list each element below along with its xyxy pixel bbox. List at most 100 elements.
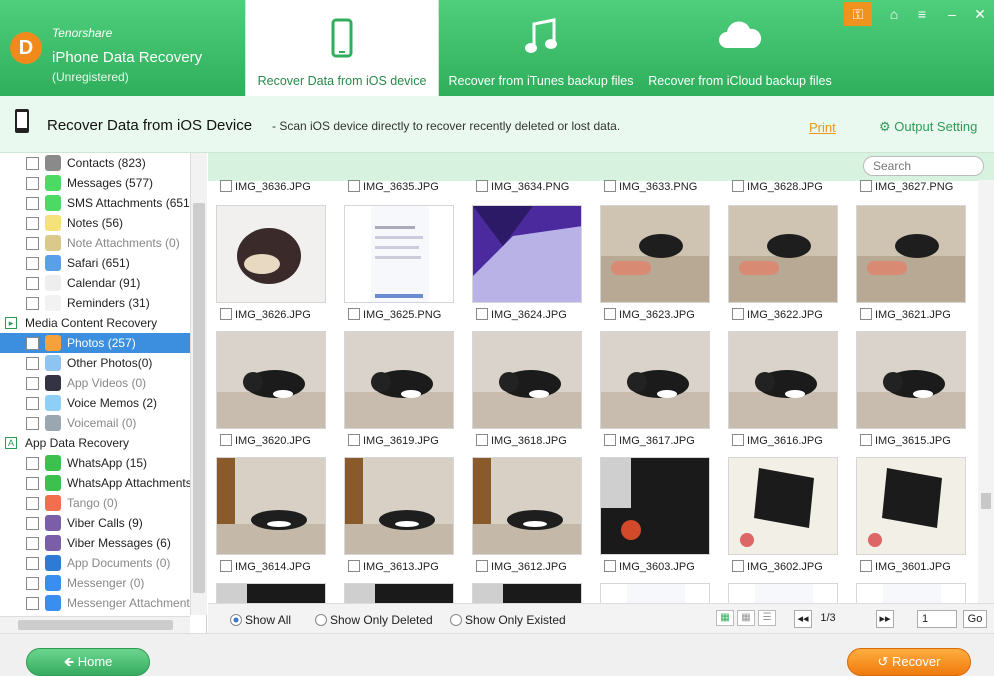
item-checkbox[interactable] xyxy=(26,417,39,430)
item-checkbox[interactable] xyxy=(26,237,39,250)
photo-checkbox[interactable] xyxy=(860,560,872,572)
photo-thumbnail[interactable] xyxy=(472,583,582,603)
item-checkbox[interactable] xyxy=(26,357,39,370)
item-checkbox[interactable] xyxy=(26,537,39,550)
photo-item[interactable]: IMG_3622.JPG xyxy=(728,205,840,331)
sidebar-horizontal-scrollbar[interactable] xyxy=(0,616,190,633)
photo-checkbox[interactable] xyxy=(348,434,360,446)
sidebar-item[interactable]: Photos (257) xyxy=(0,333,190,353)
photo-checkbox[interactable] xyxy=(476,180,488,192)
item-checkbox[interactable] xyxy=(26,397,39,410)
photo-item[interactable]: IMG_3601.JPG xyxy=(856,457,968,583)
recover-button[interactable]: ↺ Recover xyxy=(847,648,971,676)
photo-checkbox[interactable] xyxy=(732,560,744,572)
photo-thumbnail[interactable] xyxy=(728,583,838,603)
item-checkbox[interactable] xyxy=(26,337,39,350)
show-all-radio[interactable]: Show All xyxy=(230,613,291,627)
photo-checkbox[interactable] xyxy=(348,180,360,192)
sidebar-group[interactable]: ▸ Media Content Recovery xyxy=(0,313,190,333)
home-button[interactable]: 🡸 Home xyxy=(26,648,150,676)
register-key-button[interactable]: ⚿ xyxy=(844,2,872,26)
photo-item[interactable]: IMG_3625.PNG xyxy=(344,205,456,331)
sidebar-item[interactable]: WhatsApp (15) xyxy=(0,453,190,473)
sidebar-group[interactable]: A App Data Recovery xyxy=(0,433,190,453)
sidebar-item[interactable]: Tango (0) xyxy=(0,493,190,513)
photo-thumbnail[interactable] xyxy=(472,331,582,429)
photo-thumbnail[interactable] xyxy=(344,457,454,555)
photo-item[interactable]: IMG_3619.JPG xyxy=(344,331,456,457)
photo-item[interactable]: IMG_3612.JPG xyxy=(472,457,584,583)
go-button[interactable]: Go xyxy=(963,610,987,628)
photo-item[interactable]: IMG_3621.JPG xyxy=(856,205,968,331)
photo-thumbnail[interactable] xyxy=(728,457,838,555)
photo-checkbox[interactable] xyxy=(220,434,232,446)
photo-item[interactable]: IMG_3624.JPG xyxy=(472,205,584,331)
photo-item[interactable]: IMG_3618.JPG xyxy=(472,331,584,457)
print-link[interactable]: Print xyxy=(809,120,836,135)
photo-checkbox[interactable] xyxy=(732,308,744,320)
tile-view-button[interactable]: ▦ xyxy=(737,610,755,626)
show-deleted-radio[interactable]: Show Only Deleted xyxy=(315,613,433,627)
photo-item[interactable]: IMG_3603.JPG xyxy=(600,457,712,583)
sidebar-item[interactable]: Safari (651) xyxy=(0,253,190,273)
photo-thumbnail[interactable] xyxy=(216,457,326,555)
grid-view-button[interactable]: ▦ xyxy=(716,610,734,626)
sidebar-item[interactable]: Note Attachments (0) xyxy=(0,233,190,253)
photo-thumbnail[interactable] xyxy=(344,331,454,429)
scrollbar-thumb[interactable] xyxy=(981,493,991,509)
sidebar-vertical-scrollbar[interactable] xyxy=(190,153,207,615)
photo-thumbnail[interactable] xyxy=(728,331,838,429)
photo-checkbox[interactable] xyxy=(348,560,360,572)
photo-thumbnail[interactable] xyxy=(600,205,710,303)
item-checkbox[interactable] xyxy=(26,157,39,170)
menu-button[interactable]: ≡ xyxy=(908,2,936,26)
photo-thumbnail[interactable] xyxy=(856,583,966,603)
item-checkbox[interactable] xyxy=(26,557,39,570)
photo-thumbnail[interactable] xyxy=(344,205,454,303)
photo-thumbnail[interactable] xyxy=(216,583,326,603)
scrollbar-thumb[interactable] xyxy=(18,620,173,630)
sidebar-item[interactable]: Other Photos(0) xyxy=(0,353,190,373)
photo-checkbox[interactable] xyxy=(732,180,744,192)
photo-item[interactable]: IMG_3616.JPG xyxy=(728,331,840,457)
photo-checkbox[interactable] xyxy=(220,308,232,320)
photo-item[interactable]: IMG_3620.JPG xyxy=(216,331,328,457)
item-checkbox[interactable] xyxy=(26,497,39,510)
sidebar-item[interactable]: Viber Messages (6) xyxy=(0,533,190,553)
tab-icloud-backup[interactable]: Recover from iCloud backup files xyxy=(643,0,837,96)
item-checkbox[interactable] xyxy=(26,597,39,610)
item-checkbox[interactable] xyxy=(26,277,39,290)
show-existed-radio[interactable]: Show Only Existed xyxy=(450,613,566,627)
list-view-button[interactable]: ☰ xyxy=(758,610,776,626)
sidebar-item[interactable]: Messenger (0) xyxy=(0,573,190,593)
photo-thumbnail[interactable] xyxy=(856,457,966,555)
photo-thumbnail[interactable] xyxy=(856,331,966,429)
home-window-button[interactable]: ⌂ xyxy=(880,2,908,26)
grid-scrollbar[interactable] xyxy=(978,180,994,603)
photo-item[interactable]: IMG_3617.JPG xyxy=(600,331,712,457)
sidebar-item[interactable]: Voice Memos (2) xyxy=(0,393,190,413)
item-checkbox[interactable] xyxy=(26,197,39,210)
photo-checkbox[interactable] xyxy=(604,560,616,572)
photo-thumbnail[interactable] xyxy=(728,205,838,303)
photo-item[interactable]: IMG_3623.JPG xyxy=(600,205,712,331)
item-checkbox[interactable] xyxy=(26,257,39,270)
photo-thumbnail[interactable] xyxy=(344,583,454,603)
photo-checkbox[interactable] xyxy=(604,308,616,320)
photo-checkbox[interactable] xyxy=(860,434,872,446)
photo-item[interactable]: IMG_3614.JPG xyxy=(216,457,328,583)
photo-checkbox[interactable] xyxy=(604,434,616,446)
item-checkbox[interactable] xyxy=(26,297,39,310)
item-checkbox[interactable] xyxy=(26,517,39,530)
photo-thumbnail[interactable] xyxy=(216,331,326,429)
photo-checkbox[interactable] xyxy=(220,560,232,572)
sidebar-item[interactable]: Voicemail (0) xyxy=(0,413,190,433)
sidebar-item[interactable]: Messenger Attachments ( xyxy=(0,593,203,613)
photo-item[interactable]: IMG_3615.JPG xyxy=(856,331,968,457)
sidebar-item[interactable]: Contacts (823) xyxy=(0,153,190,173)
prev-page-button[interactable]: ◂◂ xyxy=(794,610,812,628)
minimize-button[interactable]: – xyxy=(938,2,966,26)
page-number-input[interactable]: 1 xyxy=(917,610,957,628)
output-setting-button[interactable]: ⚙ Output Setting xyxy=(879,119,977,135)
close-button[interactable]: ✕ xyxy=(966,2,994,26)
